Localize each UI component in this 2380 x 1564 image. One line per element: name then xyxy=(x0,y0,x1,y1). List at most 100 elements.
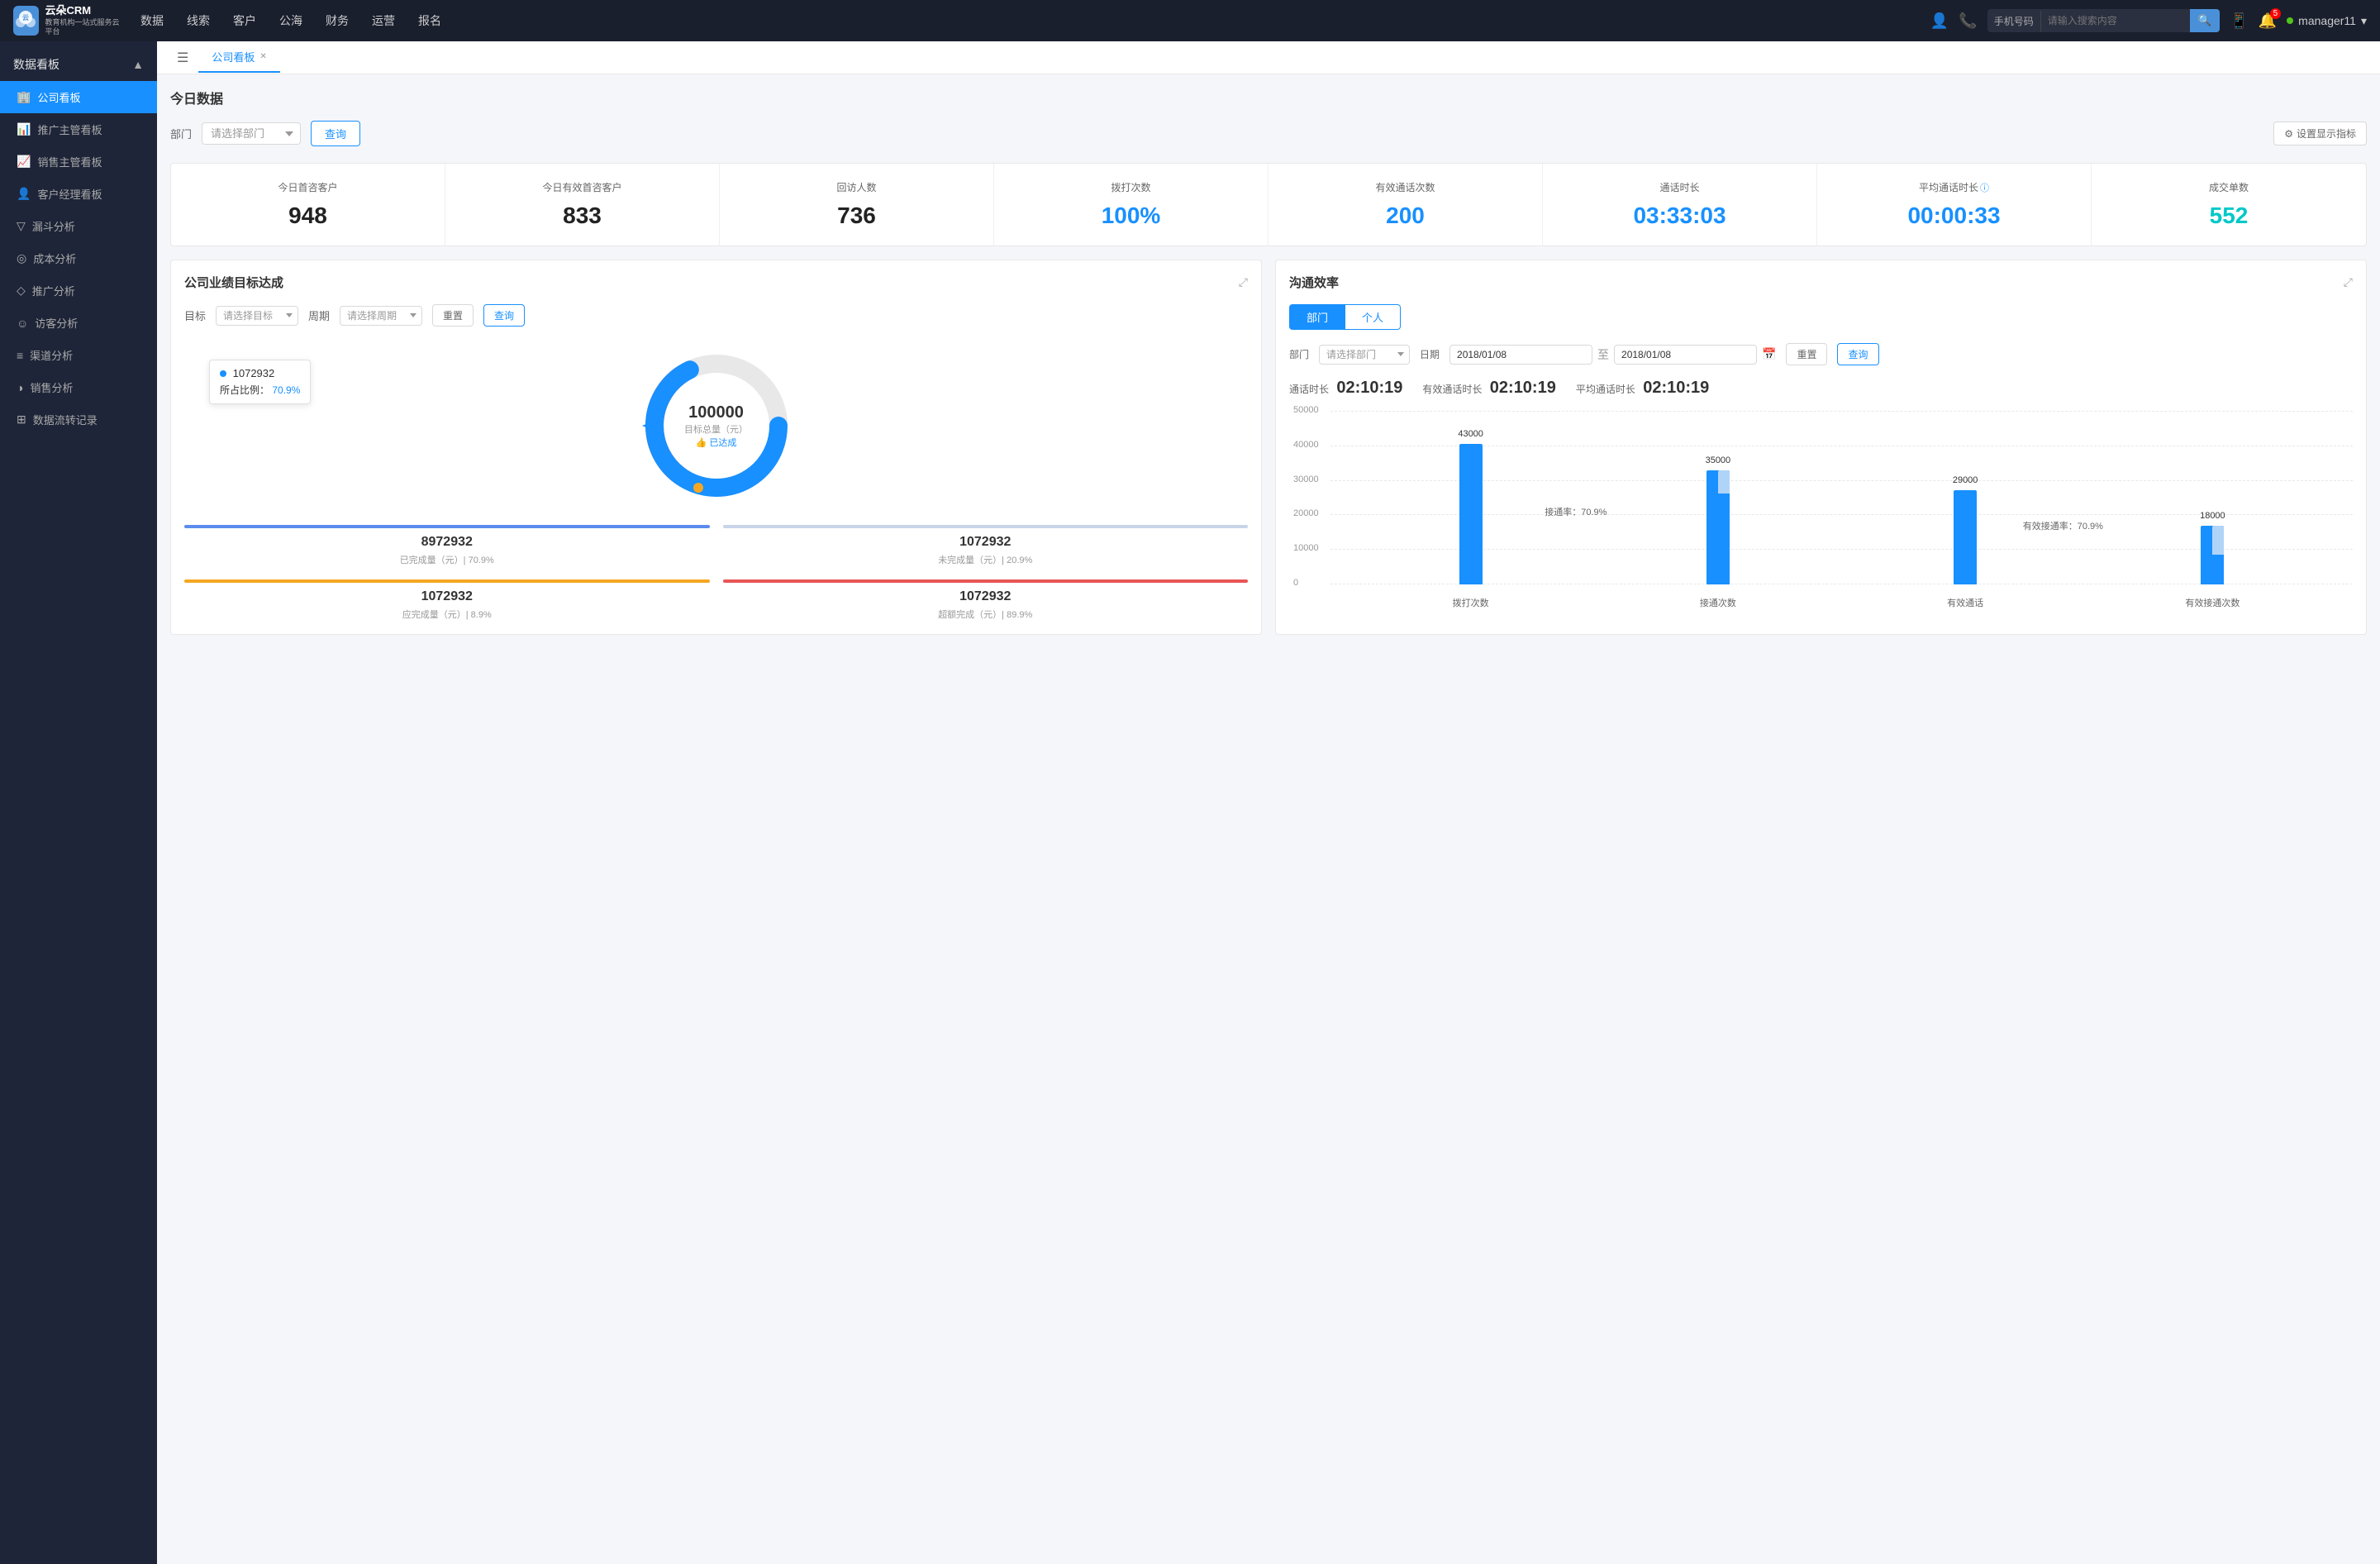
goal-stats: 8972932 已完成量（元）| 70.9% 1072932 未完成量（元）| … xyxy=(184,525,1248,621)
stat-value: 00:00:33 xyxy=(1827,203,2081,229)
x-label-connect: 接通次数 xyxy=(1594,596,1841,609)
bell-icon[interactable]: 🔔 5 xyxy=(2259,12,2277,30)
stat-valid-consult: 今日有效首咨客户 833 xyxy=(445,164,720,246)
goal-period-select[interactable]: 请选择周期 xyxy=(340,306,422,326)
bar-group-connect: 35000 接通率：70.9% xyxy=(1594,455,1841,584)
stat-avg-duration: 平均通话时长 ⓘ 00:00:33 xyxy=(1817,164,2092,246)
goal-query-button[interactable]: 查询 xyxy=(483,304,525,327)
comm-query-button[interactable]: 查询 xyxy=(1837,343,1878,365)
sales-analysis-icon: ◑ xyxy=(17,381,23,394)
tablet-icon[interactable]: 📱 xyxy=(2230,12,2248,30)
cost-icon: ◎ xyxy=(17,251,26,265)
notification-badge: 5 xyxy=(2270,8,2282,19)
comm-tab-dept[interactable]: 部门 xyxy=(1289,304,1345,330)
goal-reset-button[interactable]: 重置 xyxy=(432,304,474,327)
comm-date-label: 日期 xyxy=(1420,347,1440,361)
sidebar-item-funnel[interactable]: ▽ 漏斗分析 xyxy=(0,210,157,242)
settings-button[interactable]: ⚙ 设置显示指标 xyxy=(2273,122,2367,145)
nav-right: 👤 📞 手机号码 🔍 📱 🔔 5 manager11 ▾ xyxy=(1930,9,2367,32)
comm-tab-individual[interactable]: 个人 xyxy=(1345,304,1401,330)
dept-filter-label: 部门 xyxy=(170,126,192,141)
comm-dept-select[interactable]: 请选择部门 xyxy=(1319,345,1410,365)
online-indicator xyxy=(2287,17,2293,24)
bar-inset-effective-connect xyxy=(2212,526,2224,555)
tooltip-dot xyxy=(220,370,226,377)
promo-analysis-icon: ◇ xyxy=(17,284,26,298)
comm-reset-button[interactable]: 重置 xyxy=(1786,343,1827,365)
stat-value: 948 xyxy=(181,203,435,229)
sidebar-item-channel[interactable]: ≡ 渠道分析 xyxy=(0,339,157,371)
sidebar-item-label: 推广分析 xyxy=(32,283,75,298)
nav-public-sea[interactable]: 公海 xyxy=(279,9,302,32)
uncompleted-bar xyxy=(723,525,1249,528)
goal-panel-header: 公司业绩目标达成 ⤢ xyxy=(184,274,1248,291)
sidebar-item-label: 渠道分析 xyxy=(30,347,73,363)
sidebar-item-cost[interactable]: ◎ 成本分析 xyxy=(0,242,157,274)
stat-call-duration: 通话时长 03:33:03 xyxy=(1543,164,1817,246)
nav-data[interactable]: 数据 xyxy=(140,9,164,32)
completed-bar xyxy=(184,525,710,528)
user-area[interactable]: manager11 ▾ xyxy=(2287,14,2367,28)
nav-finance[interactable]: 财务 xyxy=(326,9,349,32)
bar-effective xyxy=(1954,490,1977,584)
sidebar-item-data-flow[interactable]: ⊞ 数据流转记录 xyxy=(0,403,157,436)
search-button[interactable]: 🔍 xyxy=(2190,9,2221,32)
comm-panel-header: 沟通效率 ⤢ xyxy=(1289,274,2353,291)
sidebar-collapse-icon[interactable]: ▲ xyxy=(132,58,144,71)
today-data-title: 今日数据 xyxy=(170,88,2367,107)
query-button[interactable]: 查询 xyxy=(311,121,360,146)
sidebar-item-promo-analysis[interactable]: ◇ 推广分析 xyxy=(0,274,157,307)
search-prefix[interactable]: 手机号码 xyxy=(1987,11,2041,31)
dept-filter-select[interactable]: 请选择部门 xyxy=(202,122,301,145)
stat-label: 今日首咨客户 xyxy=(181,180,435,194)
goal-stat-label: 已完成量（元）| 70.9% xyxy=(184,553,710,566)
tab-toggle[interactable]: ☰ xyxy=(170,46,195,69)
goal-target-select[interactable]: 请选择目标 xyxy=(216,306,298,326)
logo-icon: 云 xyxy=(13,6,39,36)
account-manager-icon: 👤 xyxy=(17,187,31,201)
dropdown-arrow: ▾ xyxy=(2361,14,2367,28)
sidebar-item-visitor[interactable]: ☺ 访客分析 xyxy=(0,307,157,339)
donut-tooltip: 1072932 所占比例： 70.9% xyxy=(209,360,311,404)
search-input[interactable] xyxy=(2041,11,2190,31)
donut-center-badge: 👍 已达成 xyxy=(684,436,748,449)
sidebar-item-promo-manager[interactable]: 📊 推广主管看板 xyxy=(0,113,157,145)
sidebar-item-account-manager[interactable]: 👤 客户经理看板 xyxy=(0,178,157,210)
goal-panel-expand-icon[interactable]: ⤢ xyxy=(1239,275,1248,289)
comm-dept-label: 部门 xyxy=(1289,347,1309,361)
bar-chart: 50000 40000 30000 20000 10000 0 43000 xyxy=(1289,411,2353,609)
bar-label-43000: 43000 xyxy=(1458,429,1483,439)
comm-stats-row: 通话时长 02:10:19 有效通话时长 02:10:19 平均通话时长 02:… xyxy=(1289,379,2353,398)
sidebar-item-label: 推广主管看板 xyxy=(37,122,102,137)
sidebar-item-label: 销售主管看板 xyxy=(37,154,102,169)
nav-operations[interactable]: 运营 xyxy=(372,9,395,32)
comm-date-end[interactable] xyxy=(1614,345,1757,365)
over-complete-bar xyxy=(723,579,1249,583)
sidebar-item-sales-manager[interactable]: 📈 销售主管看板 xyxy=(0,145,157,178)
stat-value: 833 xyxy=(455,203,709,229)
stat-label: 今日有效首咨客户 xyxy=(455,180,709,194)
main-content: ☰ 公司看板 ✕ 今日数据 部门 请选择部门 查询 ⚙ xyxy=(157,41,2380,1564)
tab-company-board[interactable]: 公司看板 ✕ xyxy=(198,42,279,73)
bar-connect xyxy=(1706,470,1730,584)
bottom-panels: 公司业绩目标达成 ⤢ 目标 请选择目标 周期 请选择周期 重置 xyxy=(170,260,2367,635)
sidebar-item-sales-analysis[interactable]: ◑ 销售分析 xyxy=(0,371,157,403)
logo-text: 云朵CRM 教育机构一站式服务云平台 xyxy=(45,4,121,37)
goal-filters: 目标 请选择目标 周期 请选择周期 重置 查询 xyxy=(184,304,1248,327)
comm-panel-expand-icon[interactable]: ⤢ xyxy=(2344,275,2353,289)
phone-icon[interactable]: 📞 xyxy=(1959,12,1977,30)
nav-leads[interactable]: 线索 xyxy=(187,9,210,32)
comm-date-start[interactable] xyxy=(1449,345,1592,365)
sidebar: 数据看板 ▲ 🏢 公司看板 📊 推广主管看板 📈 销售主管看板 👤 客户经理看板… xyxy=(0,41,157,1564)
nav-customers[interactable]: 客户 xyxy=(233,9,256,32)
stat-value: 736 xyxy=(730,203,983,229)
tab-close-icon[interactable]: ✕ xyxy=(259,52,266,61)
calendar-icon[interactable]: 📅 xyxy=(1762,347,1776,361)
svg-text:云: 云 xyxy=(22,14,29,21)
sales-manager-icon: 📈 xyxy=(17,155,31,169)
nav-signup[interactable]: 报名 xyxy=(418,9,441,32)
sidebar-item-company-board[interactable]: 🏢 公司看板 xyxy=(0,81,157,113)
bar-label-35000: 35000 xyxy=(1706,455,1731,465)
comm-date-range: 至 📅 xyxy=(1449,345,1776,365)
user-icon[interactable]: 👤 xyxy=(1930,12,1949,30)
